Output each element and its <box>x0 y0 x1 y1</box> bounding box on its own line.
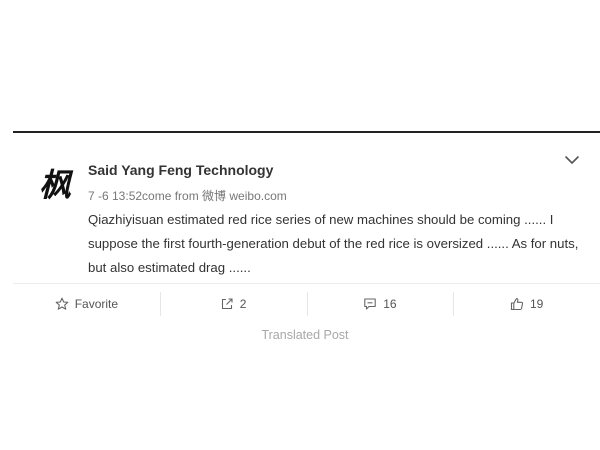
author-name[interactable]: Said Yang Feng Technology <box>88 162 273 178</box>
action-bar: Favorite 2 16 19 <box>13 284 600 324</box>
repost-button[interactable]: 2 <box>159 284 307 324</box>
repost-count: 2 <box>239 297 247 311</box>
avatar[interactable]: 枫 <box>35 163 75 204</box>
post-text: Qiazhiyisuan estimated red rice series o… <box>88 212 579 275</box>
post-meta: 7 -6 13:52come from 微博 weibo.com <box>88 187 287 204</box>
like-count: 19 <box>529 297 544 311</box>
share-icon <box>221 298 233 310</box>
post-card: 枫 Said Yang Feng Technology 7 -6 13:52co… <box>13 133 600 283</box>
favorite-button[interactable]: Favorite <box>13 284 160 324</box>
thumbs-up-icon <box>510 297 524 311</box>
page: 枫 Said Yang Feng Technology 7 -6 13:52co… <box>0 0 600 450</box>
favorite-label: Favorite <box>74 297 119 311</box>
comment-button[interactable]: 16 <box>306 284 454 324</box>
post-timestamp[interactable]: 7 -6 13:52 <box>88 189 142 203</box>
post-source: come from 微博 weibo.com <box>142 189 287 203</box>
star-icon <box>55 297 69 310</box>
like-button[interactable]: 19 <box>453 284 600 324</box>
comment-count: 16 <box>383 297 397 311</box>
translated-post-link[interactable]: Translated Post <box>0 328 600 342</box>
comment-icon <box>364 298 376 310</box>
chevron-down-icon[interactable] <box>563 151 581 169</box>
